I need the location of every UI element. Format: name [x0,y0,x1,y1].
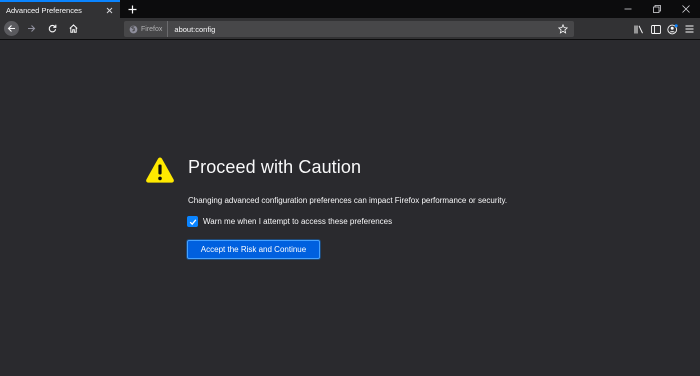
library-button[interactable] [630,20,647,38]
star-icon[interactable] [557,23,569,35]
back-arrow-icon [7,25,15,32]
warn-checkbox-label[interactable]: Warn me when I attempt to access these p… [203,217,392,226]
warning-triangle-icon [146,157,174,183]
home-icon [68,24,78,33]
minimize-button[interactable] [613,0,642,18]
home-button[interactable] [64,20,82,38]
plus-icon [128,5,136,13]
restore-button[interactable] [642,0,671,18]
accept-risk-button[interactable]: Accept the Risk and Continue [187,240,320,259]
minimize-icon [624,8,631,10]
identity-label: Firefox [141,25,163,33]
account-icon [667,23,678,34]
toolbar-right [630,20,698,38]
hamburger-menu-icon [685,25,694,33]
warn-checkbox-row[interactable]: Warn me when I attempt to access these p… [187,216,392,227]
browser-window: Advanced Preferences Firefox about:confi… [0,0,700,376]
menu-button[interactable] [681,20,698,38]
sidebar-icon [650,24,661,34]
account-button[interactable] [664,20,681,38]
warning-description: Changing advanced configuration preferen… [188,196,508,205]
reload-icon [48,24,56,33]
checkmark-icon [189,218,196,225]
url-text[interactable]: about:config [174,25,557,34]
url-bar[interactable]: Firefox about:config [124,21,574,37]
identity-box[interactable]: Firefox [129,21,169,37]
navigation-toolbar: Firefox about:config [0,18,700,40]
firefox-logo-icon [129,25,138,33]
new-tab-button[interactable] [121,0,143,18]
page-content: Proceed with Caution Changing advanced c… [0,41,700,376]
tabstrip-spacer [143,0,613,18]
reload-button[interactable] [43,20,61,38]
back-button[interactable] [4,21,19,36]
close-icon[interactable] [104,5,114,15]
warn-checkbox[interactable] [187,216,198,227]
forward-button[interactable] [22,20,40,38]
tab-strip: Advanced Preferences [0,0,700,18]
library-icon [634,25,643,33]
restore-icon [652,5,661,13]
tab-title: Advanced Preferences [6,5,82,15]
close-window-button[interactable] [671,0,700,18]
forward-arrow-icon [27,25,35,32]
tab-advanced-preferences[interactable]: Advanced Preferences [0,0,120,18]
close-window-icon [681,5,690,13]
page-title: Proceed with Caution [188,157,362,177]
sidebar-button[interactable] [647,20,664,38]
